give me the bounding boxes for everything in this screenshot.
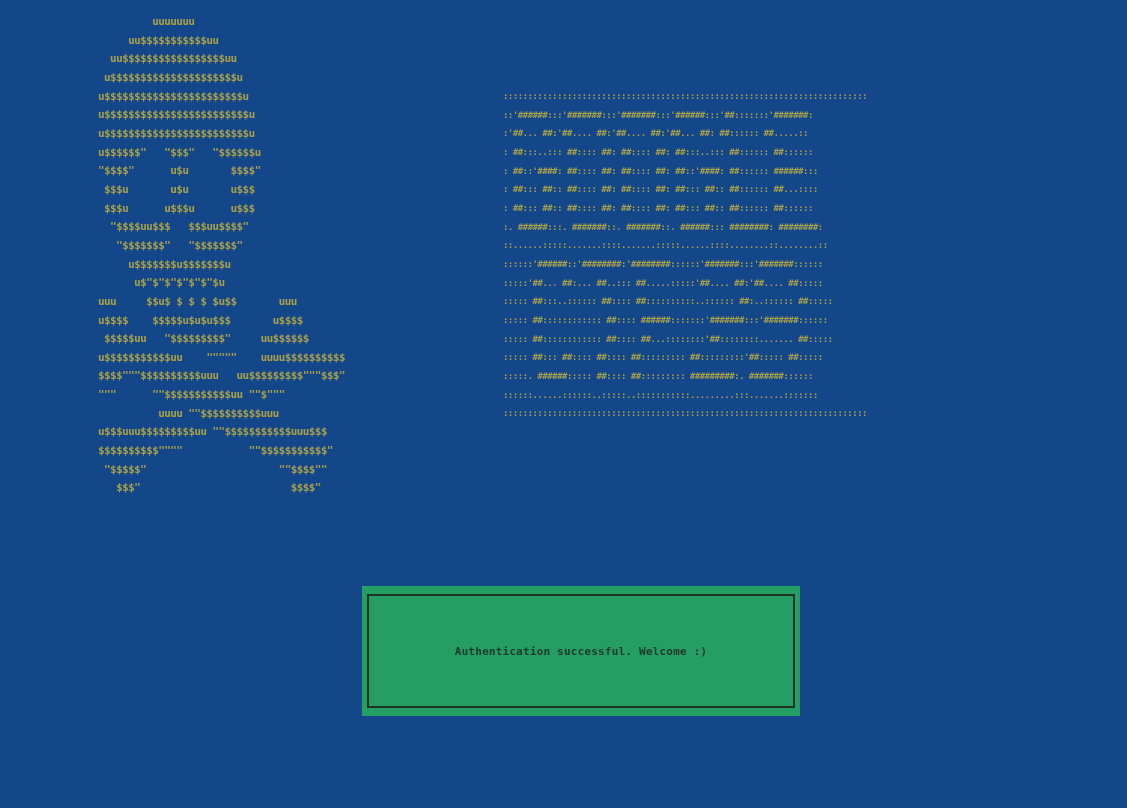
banner-ascii-art: ::::::::::::::::::::::::::::::::::::::::… xyxy=(503,92,867,420)
terminal-screen: uuuuuuu uu$$$$$$$$$$$uu uu$$$$$$$$$$$$$$… xyxy=(0,0,1127,808)
skull-ascii-art: uuuuuuu uu$$$$$$$$$$$uu uu$$$$$$$$$$$$$$… xyxy=(98,15,346,495)
auth-success-dialog: Authentication successful. Welcome :) xyxy=(362,586,800,716)
dialog-message: Authentication successful. Welcome :) xyxy=(454,644,708,658)
dialog-frame: Authentication successful. Welcome :) xyxy=(367,594,795,708)
